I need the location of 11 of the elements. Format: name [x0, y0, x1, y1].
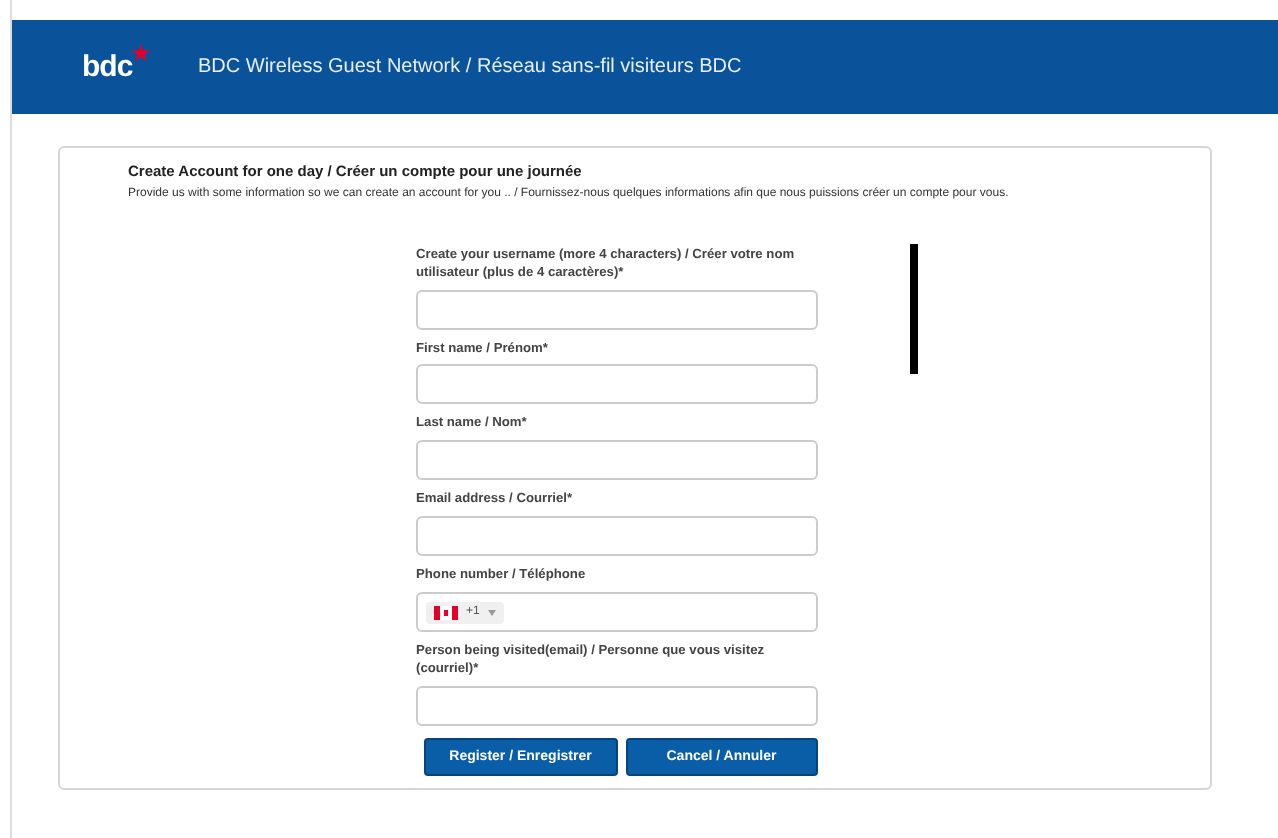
- star-icon: [132, 44, 151, 62]
- flag-icon: [434, 605, 458, 620]
- caret-icon: [487, 609, 496, 616]
- input-field[interactable]: [416, 685, 818, 726]
- vertical-bar: [910, 243, 918, 374]
- input-field[interactable]: [416, 289, 818, 330]
- input-field[interactable]: [416, 440, 818, 481]
- logo-text: bdc: [82, 50, 133, 84]
- header-title: BDC Wireless Guest Network / Réseau sans-fil visiteurs BDC: [198, 56, 742, 78]
- input-field[interactable]: [416, 516, 818, 557]
- input-field[interactable]: [416, 364, 818, 405]
